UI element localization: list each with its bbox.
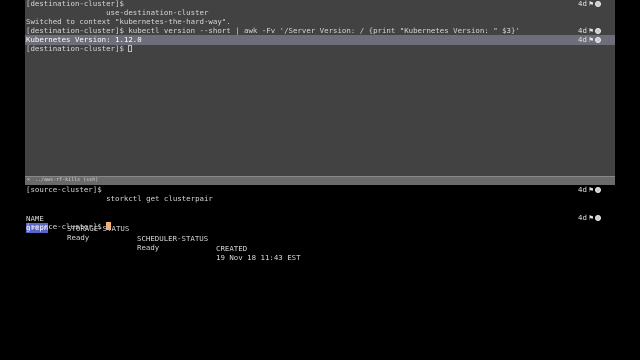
gear-icon xyxy=(595,1,602,7)
flag-icon: ⚑ xyxy=(588,185,594,194)
age-label: 4d xyxy=(578,213,587,222)
cell-storage-status: Ready xyxy=(67,233,90,242)
flag-icon: ⚑ xyxy=(588,213,594,222)
gear-icon xyxy=(595,28,602,34)
pane-title: ../aws-rf-kills (ssh) xyxy=(35,177,99,183)
gear-icon xyxy=(595,215,602,221)
age-label: 4d xyxy=(578,26,587,35)
cell-created: 19 Nov 18 11:43 EST xyxy=(216,253,301,262)
top-left-strip xyxy=(0,0,25,176)
age-label: 4d xyxy=(578,185,587,194)
close-icon[interactable]: × xyxy=(27,177,30,183)
prompt-text: [source-cluster]$ xyxy=(26,222,107,231)
gear-icon xyxy=(595,37,602,43)
flag-icon: ⚑ xyxy=(588,35,594,44)
cell-scheduler-status: Ready xyxy=(137,243,160,252)
gear-icon xyxy=(595,187,602,193)
prompt-line[interactable]: [source-cluster]$ xyxy=(26,222,112,232)
bottom-terminal-pane[interactable]: [source-cluster]$ storkctl get clusterpa… xyxy=(0,185,640,360)
pane-divider[interactable]: × ../aws-rf-kills (ssh) xyxy=(25,176,615,185)
cursor-outline xyxy=(128,45,133,52)
top-terminal-pane[interactable]: [destination-cluster]$ use-destination-c… xyxy=(0,0,640,176)
prompt-text: [destination-cluster]$ xyxy=(26,44,129,53)
age-label: 4d xyxy=(578,35,587,44)
status-indicator: 4d ⚑ xyxy=(578,213,602,223)
status-indicator: 4d ⚑ xyxy=(578,35,602,45)
cursor-block xyxy=(106,222,112,230)
prompt-line[interactable]: [destination-cluster]$ xyxy=(26,44,133,54)
command-line: storkctl get clusterpair xyxy=(26,194,213,203)
status-indicator: 4d ⚑ xyxy=(578,0,602,9)
age-label: 4d xyxy=(578,0,587,8)
top-right-strip xyxy=(615,0,640,176)
flag-icon: ⚑ xyxy=(588,0,594,8)
status-indicator: 4d ⚑ xyxy=(578,185,602,195)
